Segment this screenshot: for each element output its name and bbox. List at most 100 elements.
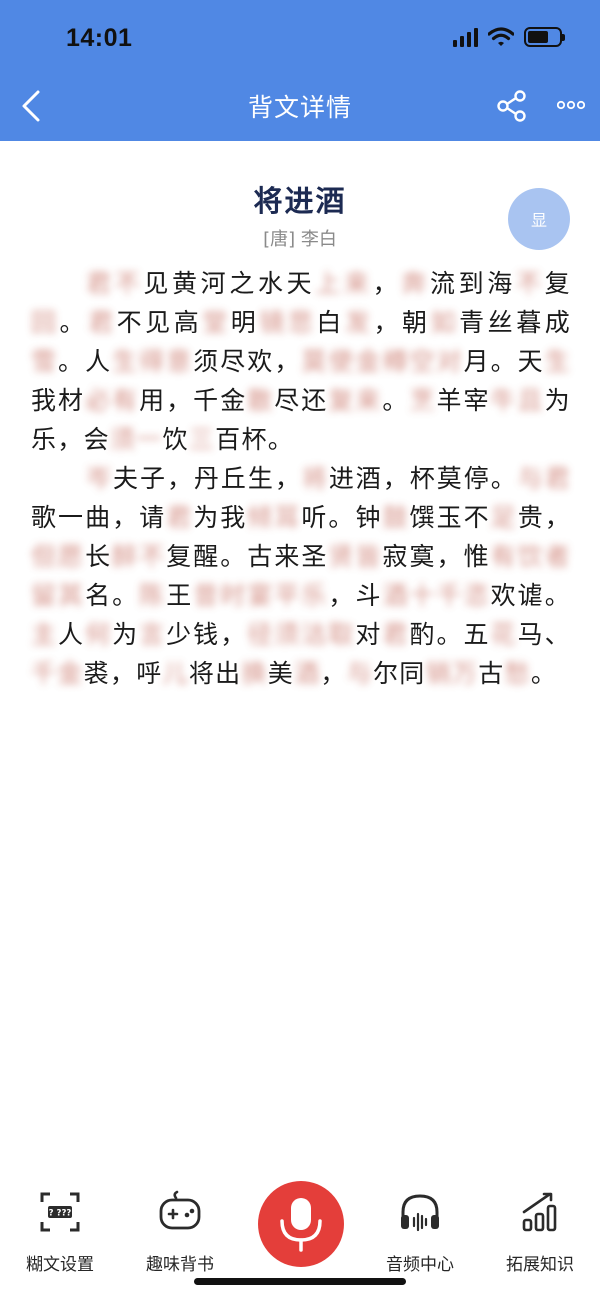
poem-text: 。	[382, 386, 410, 415]
fun-recite-label: 趣味背书	[146, 1255, 214, 1275]
poem-text: 长	[85, 542, 113, 571]
poem-text: 羊宰	[436, 386, 491, 415]
poem-text: 。	[530, 659, 558, 688]
poem-text: 进酒，杯莫停。	[328, 464, 518, 493]
hidden-text: 君	[382, 620, 410, 649]
poem-text: 用，千金	[139, 386, 248, 415]
hidden-text: 将	[301, 464, 329, 493]
hidden-text: 主	[31, 620, 59, 649]
audio-center-label: 音频中心	[386, 1255, 454, 1275]
share-icon[interactable]	[496, 90, 528, 122]
hidden-text: 君	[166, 503, 194, 532]
poem-text: 须尽欢，	[193, 347, 302, 376]
poem-text: 百杯。	[215, 425, 295, 454]
poem-text: 尔同	[373, 659, 426, 688]
signal-icon	[453, 27, 478, 47]
poem-text: 夫子，丹丘生，	[112, 464, 302, 493]
hidden-text: 贤皆	[328, 542, 383, 571]
blur-text-icon: ? ???	[40, 1192, 80, 1232]
blur-settings-tab[interactable]: ? ??? 糊文设置	[0, 1160, 120, 1275]
hidden-text: 须一	[109, 425, 163, 454]
hidden-text: 但愿	[31, 542, 86, 571]
poem-paragraph: 君不见黄河之水天上来，奔流到海不复回。君不见高堂明镜悲白发，朝如青丝暮成雪。人生…	[31, 264, 571, 459]
poem-text: 贵，	[517, 503, 572, 532]
gamepad-icon	[159, 1190, 201, 1230]
poem-text: 名。	[85, 581, 140, 610]
hidden-text: 散	[247, 386, 275, 415]
poem-text: ，	[320, 659, 347, 688]
hidden-text: 雪	[31, 347, 59, 376]
poem-text: 明	[230, 308, 260, 337]
poem-text: 欢谑。	[490, 581, 572, 610]
blur-settings-label: 糊文设置	[26, 1255, 94, 1275]
poem-text: 流到海	[429, 269, 516, 298]
show-text-button[interactable]: 显	[508, 188, 570, 250]
poem-text: ，	[372, 269, 402, 298]
poem-text: 人	[58, 620, 86, 649]
hidden-text: 换	[241, 659, 268, 688]
hidden-text: 不	[515, 269, 545, 298]
hidden-text: 镜悲	[259, 308, 317, 337]
poem-text: 歌一曲，请	[31, 503, 167, 532]
poem-text: 将出	[188, 659, 242, 688]
hidden-text: 如	[430, 308, 460, 337]
hidden-text: 生得意	[112, 347, 194, 376]
hidden-text: 花	[490, 620, 518, 649]
hidden-text: 与君	[517, 464, 571, 493]
bar-chart-icon	[522, 1192, 557, 1232]
poem-text: 裘，呼	[83, 659, 163, 688]
hidden-text: 足	[490, 503, 518, 532]
hidden-text: 与	[346, 659, 373, 688]
status-time: 14:01	[66, 24, 133, 52]
hidden-text: 生	[544, 347, 571, 376]
poem-text: 为	[112, 620, 140, 649]
hidden-text: 酒	[294, 659, 321, 688]
poem-text: 复	[544, 269, 571, 298]
hidden-text: 销万	[425, 659, 479, 688]
battery-icon	[524, 27, 565, 47]
poem-text: 复醒。古来圣	[166, 542, 329, 571]
extended-knowledge-label: 拓展知识	[506, 1255, 574, 1275]
wifi-icon	[488, 27, 514, 46]
hidden-text: 倾耳	[247, 503, 302, 532]
hidden-text: 愁	[504, 659, 531, 688]
poem-text: 寂寞，惟	[382, 542, 491, 571]
headphones-icon	[401, 1194, 439, 1232]
header-bar: 14:01 背文详情	[0, 0, 600, 141]
poem-text: 白	[316, 308, 345, 337]
more-icon[interactable]	[557, 97, 585, 113]
poem-text: 对	[355, 620, 383, 649]
poem-text: 马、	[517, 620, 571, 649]
poem-text: 不见高	[116, 308, 203, 337]
record-button[interactable]	[258, 1181, 344, 1267]
hidden-text: 君不	[86, 269, 144, 298]
hidden-text: 岑	[86, 464, 113, 493]
status-icons	[453, 27, 565, 47]
hidden-text: 昔时宴平乐	[193, 581, 329, 610]
hidden-text: 莫使金樽空对	[301, 347, 464, 376]
hidden-text: 堂	[202, 308, 231, 337]
poem-paragraph: 岑夫子，丹丘生，将进酒，杯莫停。与君歌一曲，请君为我倾耳听。钟鼓馔玉不足贵，但愿…	[31, 459, 571, 693]
fun-recite-tab[interactable]: 趣味背书	[120, 1160, 240, 1275]
poem-text: 月。天	[463, 347, 545, 376]
hidden-text: 千金	[31, 659, 84, 688]
microphone-icon	[280, 1198, 322, 1252]
poem-text: 古	[478, 659, 505, 688]
hidden-text: 言	[139, 620, 167, 649]
hidden-text: 儿	[162, 659, 189, 688]
poem-text: 少钱，	[166, 620, 248, 649]
poem-text: 听。钟	[301, 503, 383, 532]
hidden-text: 酒十千恣	[382, 581, 491, 610]
poem-text: 为我	[193, 503, 248, 532]
poem-text: 我材	[31, 386, 86, 415]
extended-knowledge-tab[interactable]: 拓展知识	[480, 1160, 600, 1275]
hidden-text: 烹	[409, 386, 437, 415]
hidden-text: 醉不	[112, 542, 167, 571]
hidden-text: 陈	[139, 581, 167, 610]
poem-text: ，朝	[373, 308, 431, 337]
hidden-text: 必有	[85, 386, 140, 415]
hidden-text: 牛且	[490, 386, 545, 415]
audio-center-tab[interactable]: 音频中心	[360, 1160, 480, 1275]
home-indicator	[194, 1278, 406, 1285]
hidden-text: 上来	[315, 269, 373, 298]
